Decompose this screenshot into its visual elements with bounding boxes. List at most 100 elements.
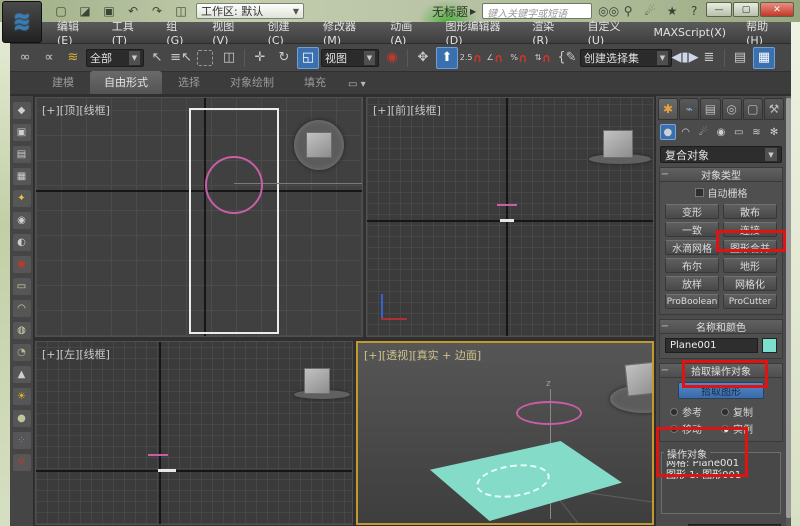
edit-named-selection-sets-icon[interactable]: {✎ (556, 47, 578, 69)
scrollbar-thumb[interactable] (786, 98, 791, 518)
conform-button[interactable]: 一致 (665, 222, 719, 237)
ribbon-tab-populate[interactable]: 填充 (290, 71, 340, 94)
ribbon-tab-modeling[interactable]: 建模 (38, 71, 88, 94)
pin-icon[interactable]: ⚲ (13, 454, 31, 471)
circle-shape-perspective[interactable] (516, 401, 582, 425)
modify-tab[interactable]: ⌁ (679, 98, 699, 120)
systems-category-icon[interactable]: ✻ (766, 124, 782, 140)
cameras-category-icon[interactable]: ◉ (713, 124, 729, 140)
window-crossing-icon[interactable]: ◫ (218, 47, 240, 69)
ribbon-tab-object-paint[interactable]: 对象绘制 (216, 71, 288, 94)
radio-copy-dot[interactable] (721, 408, 729, 416)
helpers-category-icon[interactable]: ▭ (731, 124, 747, 140)
favorites-star-icon[interactable]: ★ (664, 4, 680, 18)
layer-manager-icon[interactable]: ▤ (729, 47, 751, 69)
render-grid-icon[interactable]: ▦ (13, 168, 31, 185)
motion-tab[interactable]: ◎ (722, 98, 742, 120)
viewport-top[interactable]: [+][顶][线框] (35, 97, 363, 337)
operand-item-shape[interactable]: 图形 1: 图形001 (666, 470, 776, 482)
procutter-button[interactable]: ProCutter (723, 294, 777, 309)
environment-moon-icon[interactable]: ◐ (13, 234, 31, 251)
utilities-tab[interactable]: ⚒ (764, 98, 784, 120)
viewport-left-label[interactable]: [+][左][线框] (42, 346, 110, 362)
viewport-perspective-label[interactable]: [+][透视][真实 + 边面] (364, 347, 481, 363)
sphere-primitive-icon[interactable]: ◍ (13, 322, 31, 339)
render-teapot-icon[interactable]: ◆ (13, 102, 31, 119)
teapot-primitive-icon[interactable]: ◔ (13, 344, 31, 361)
toggle-ribbon-icon[interactable]: ▦ (753, 47, 775, 69)
spinner-snap-toggle-icon[interactable]: ⇅∩ (532, 47, 554, 69)
viewcube-front[interactable] (603, 130, 633, 158)
circle-shape-top-view[interactable] (205, 156, 263, 214)
select-and-link-icon[interactable]: ∞ (14, 47, 36, 69)
menu-maxscript[interactable]: MAXScript(X) (645, 23, 736, 42)
object-name-input[interactable]: Plane001 (665, 338, 758, 353)
circle-shape-front-view[interactable] (497, 204, 517, 206)
shapes-category-icon[interactable]: ◠ (678, 124, 694, 140)
minimize-button[interactable]: — (706, 2, 732, 17)
plane-object-top-view[interactable] (189, 108, 279, 334)
ball-material-icon[interactable]: ● (13, 410, 31, 427)
mirror-icon[interactable]: ◀▮▶ (674, 47, 696, 69)
viewcube-persp[interactable] (624, 361, 654, 396)
command-panel-scrollbar[interactable] (786, 96, 791, 526)
object-type-header[interactable]: − 对象类型 (660, 168, 782, 182)
radio-copy[interactable]: 复制 (721, 404, 772, 419)
morph-button[interactable]: 变形 (665, 204, 719, 219)
rendered-frame-window-icon[interactable]: ▣ (13, 124, 31, 141)
radio-reference-dot[interactable] (670, 408, 678, 416)
object-color-swatch[interactable] (762, 338, 777, 353)
use-pivot-center-icon[interactable]: ◉ (381, 47, 403, 69)
selection-filter-dropdown[interactable]: 全部 ▼ (86, 49, 144, 67)
terrain-button[interactable]: 地形 (723, 258, 777, 273)
loft-button[interactable]: 放样 (665, 276, 719, 291)
boolean-button[interactable]: 布尔 (665, 258, 719, 273)
help-icon[interactable]: ? (686, 4, 702, 18)
ribbon-tab-selection[interactable]: 选择 (164, 71, 214, 94)
viewport-front[interactable]: [+][前][线框] (366, 97, 654, 337)
unlink-selection-icon[interactable]: ∝ (38, 47, 60, 69)
blobmesh-button[interactable]: 水滴网格 (665, 240, 719, 255)
select-and-move-icon[interactable]: ✛ (249, 47, 271, 69)
hierarchy-tab[interactable]: ▤ (700, 98, 720, 120)
light-lister-icon[interactable]: ✦ (13, 190, 31, 207)
select-object-icon[interactable]: ↖ (146, 47, 168, 69)
viewcube-left[interactable] (304, 368, 330, 394)
pick-operand-header[interactable]: − 拾取操作对象 (660, 364, 782, 378)
percent-snap-toggle-icon[interactable]: %∩ (508, 47, 530, 69)
geometry-category-icon[interactable]: ● (660, 124, 676, 140)
cone-primitive-icon[interactable]: ▲ (13, 366, 31, 383)
connect-button[interactable]: 连接 (723, 222, 777, 237)
align-icon[interactable]: ≣ (698, 47, 720, 69)
scatter-dots-icon[interactable]: ⁘ (13, 432, 31, 449)
snap-toggle-2.5d-icon[interactable]: 2.5∩ (460, 47, 482, 69)
viewcube-top-face[interactable] (306, 132, 332, 158)
viewport-perspective[interactable]: [+][透视][真实 + 边面] z (356, 341, 654, 525)
mesher-button[interactable]: 网格化 (723, 276, 777, 291)
angle-snap-toggle-icon[interactable]: ∠∩ (484, 47, 506, 69)
radio-instance-dot[interactable] (721, 425, 729, 433)
spacewarps-category-icon[interactable]: ≋ (749, 124, 765, 140)
viewport-front-label[interactable]: [+][前][线框] (373, 102, 441, 118)
proboolean-button[interactable]: ProBoolean (665, 294, 719, 309)
camera-audio-icon[interactable]: ◉ (13, 212, 31, 229)
named-selection-set-dropdown[interactable]: 创建选择集 ▼ (580, 49, 672, 67)
rounded-rect-primitive-icon[interactable]: ▭ (13, 278, 31, 295)
bind-to-space-warp-icon[interactable]: ≋ (62, 47, 84, 69)
reference-coordinate-dropdown[interactable]: 视图 ▼ (321, 49, 379, 67)
rectangular-selection-region-icon[interactable] (197, 50, 213, 66)
ribbon-minimize-icon[interactable]: ▭ ▾ (342, 76, 372, 94)
viewport-top-label[interactable]: [+][顶][线框] (42, 102, 110, 118)
select-by-name-icon[interactable]: ≡↖ (170, 47, 192, 69)
plane-object-front-view[interactable] (500, 219, 514, 222)
pick-shape-button[interactable]: 拾取图形 (678, 382, 764, 399)
video-camera-icon[interactable]: ◉ (13, 256, 31, 273)
sunlight-icon[interactable]: ☀ (13, 388, 31, 405)
dome-primitive-icon[interactable]: ◠ (13, 300, 31, 317)
circle-shape-left-view[interactable] (148, 454, 168, 456)
select-and-rotate-icon[interactable]: ↻ (273, 47, 295, 69)
radio-reference[interactable]: 参考 (670, 404, 721, 419)
geometry-category-dropdown[interactable]: 复合对象 ▼ (660, 146, 782, 163)
display-tab[interactable]: ▢ (743, 98, 763, 120)
autogrid-checkbox[interactable] (695, 188, 704, 197)
